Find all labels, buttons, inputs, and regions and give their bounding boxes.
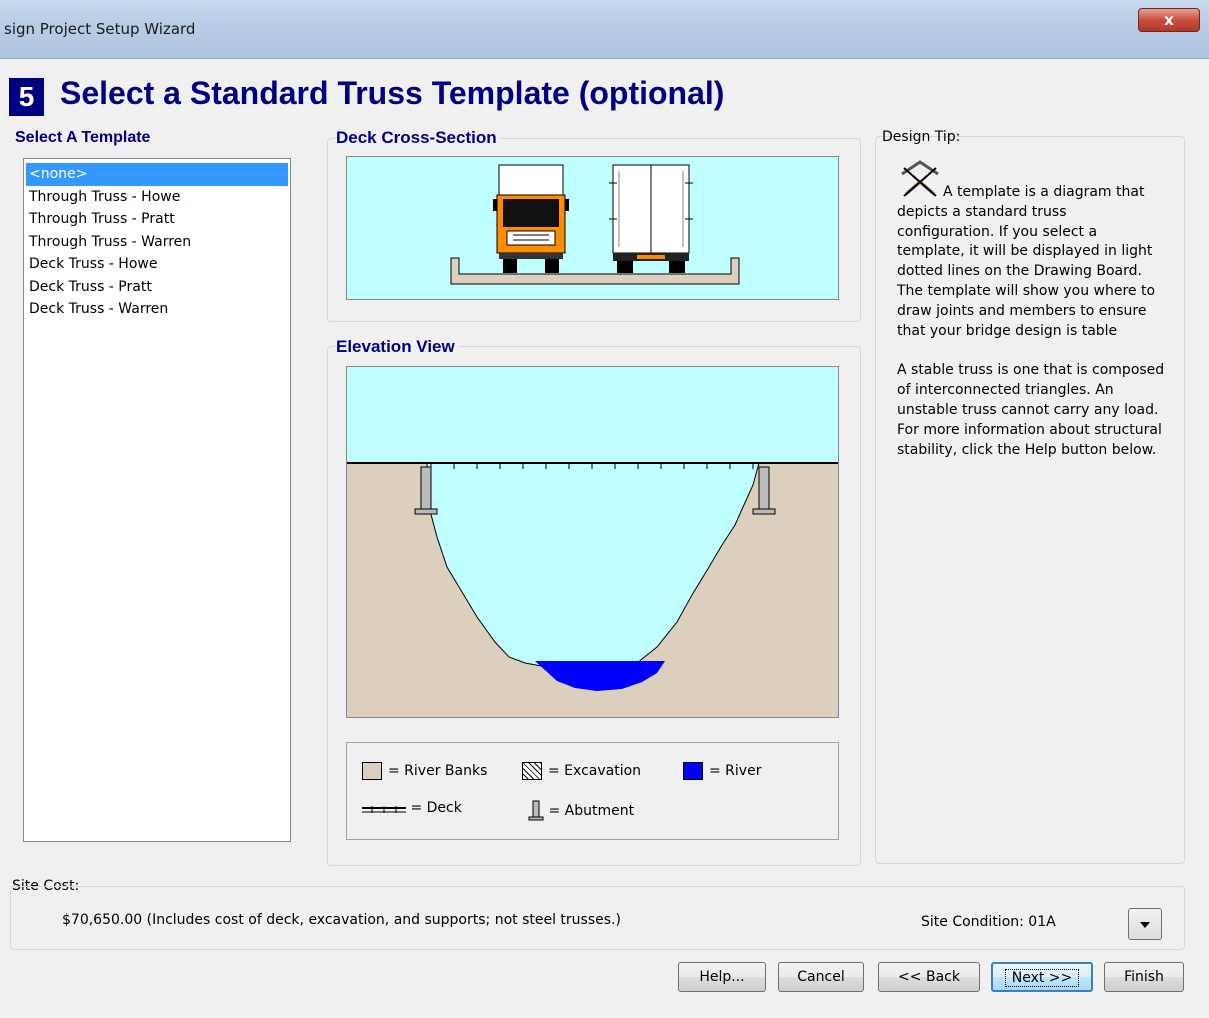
template-list-item[interactable]: Deck Truss - Pratt: [26, 276, 288, 299]
deck-cross-section-drawing: [450, 164, 740, 285]
legend-deck: = Deck: [362, 800, 462, 816]
river-banks-swatch: [362, 762, 382, 780]
window-title: sign Project Setup Wizard: [4, 20, 196, 38]
legend-excavation-label: = Excavation: [548, 763, 642, 779]
chevron-down-icon: [1140, 922, 1150, 928]
legend-river-banks: = River Banks: [362, 762, 487, 780]
truck-rear-icon: [609, 164, 693, 273]
legend-river-label: = River: [709, 763, 762, 779]
finish-button[interactable]: Finish: [1104, 962, 1184, 992]
site-condition-label: Site Condition: 01A: [921, 914, 1056, 930]
site-cost-value: $70,650.00: [62, 912, 143, 928]
title-bar: sign Project Setup Wizard x: [0, 0, 1209, 59]
site-cost-note: (Includes cost of deck, excavation, and …: [146, 912, 621, 928]
legend-river: = River: [683, 762, 761, 780]
deck-cross-section-panel: [346, 156, 839, 300]
truck-front-icon: [493, 164, 569, 273]
elevation-panel: [346, 366, 839, 718]
cancel-button[interactable]: Cancel: [778, 962, 864, 992]
legend-abutment-label: = Abutment: [548, 803, 635, 819]
design-tip-paragraph-2: A stable truss is one that is composed o…: [897, 362, 1165, 458]
template-list-item[interactable]: Deck Truss - Warren: [26, 298, 288, 321]
close-button[interactable]: x: [1138, 8, 1200, 32]
next-button-label: Next >>: [1004, 969, 1080, 987]
excavation-swatch: [522, 762, 542, 780]
template-list-item[interactable]: Deck Truss - Howe: [26, 253, 288, 276]
site-cost-line: $70,650.00 (Includes cost of deck, excav…: [62, 912, 621, 928]
deck-cross-section-label: Deck Cross-Section: [336, 128, 501, 148]
back-button[interactable]: << Back: [878, 962, 980, 992]
template-listbox[interactable]: <none> Through Truss - Howe Through Truss …: [23, 158, 291, 842]
deck-symbol-icon: [362, 806, 406, 813]
abutment-symbol-icon: [528, 800, 544, 821]
legend-deck-label: = Deck: [410, 800, 462, 816]
legend-box: [346, 742, 839, 840]
next-button[interactable]: Next >>: [991, 962, 1093, 992]
legend-abutment: = Abutment: [528, 800, 634, 822]
design-tip-text: A template is a diagram that depicts a s…: [897, 183, 1167, 460]
template-list-label: Select A Template: [15, 129, 155, 147]
elevation-drawing: [347, 462, 838, 717]
river-swatch: [683, 762, 703, 780]
template-list-item[interactable]: Through Truss - Pratt: [26, 208, 288, 231]
legend-excavation: = Excavation: [522, 762, 641, 780]
elevation-view-label: Elevation View: [336, 337, 459, 357]
help-button[interactable]: Help...: [678, 962, 766, 992]
page-title: Select a Standard Truss Template (option…: [60, 75, 725, 111]
template-list-item[interactable]: Through Truss - Warren: [26, 231, 288, 254]
template-list-item[interactable]: <none>: [26, 163, 288, 186]
step-number-badge: 5: [9, 78, 44, 116]
design-tip-paragraph-1: A template is a diagram that depicts a s…: [897, 184, 1156, 339]
legend-river-banks-label: = River Banks: [388, 763, 488, 779]
site-condition-dropdown-button[interactable]: [1128, 908, 1162, 940]
design-tip-label: Design Tip:: [882, 129, 961, 145]
template-list-item[interactable]: Through Truss - Howe: [26, 186, 288, 209]
